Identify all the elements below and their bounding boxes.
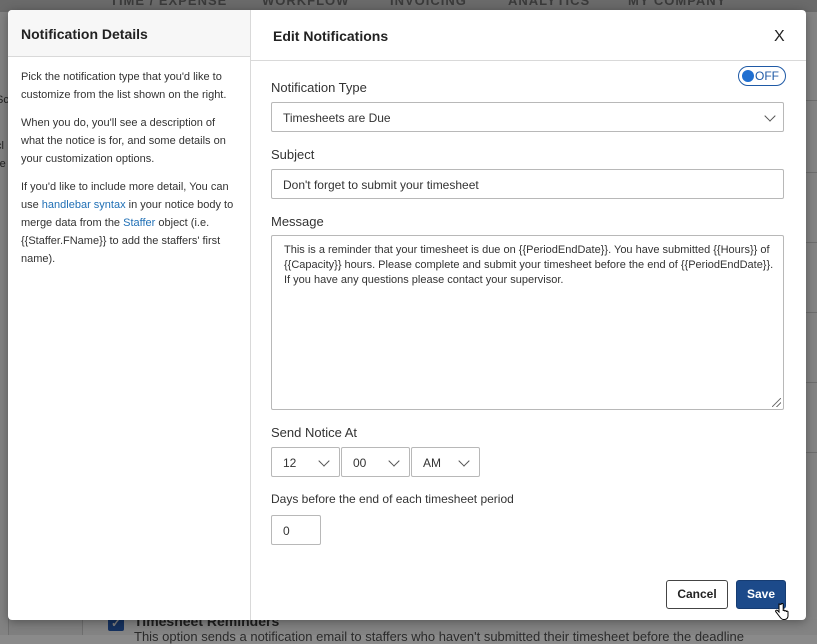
toggle-knob [742,70,754,82]
bg-nav-item: INVOICING [390,0,467,8]
details-sidebar: Notification Details Pick the notificati… [8,10,251,620]
bg-nav-item: TIME / EXPENSE [110,0,228,8]
cancel-button[interactable]: Cancel [666,580,728,609]
chevron-down-icon [458,455,470,467]
hour-select[interactable]: 12 [271,447,340,477]
hour-value: 12 [283,456,297,470]
bg-nav-item: MY COMPANY [628,0,727,8]
days-value: 0 [283,524,290,538]
bg-nav-item: ANALYTICS [508,0,591,8]
subject-input[interactable]: Don't forget to submit your timesheet [271,169,784,199]
ampm-select[interactable]: AM [411,447,480,477]
notification-type-label: Notification Type [271,80,367,95]
chevron-down-icon [388,455,400,467]
ampm-value: AM [423,456,441,470]
chevron-down-icon [318,455,330,467]
sidebar-paragraph: When you do, you'll see a description of… [21,117,226,165]
chevron-down-icon [764,110,776,122]
edit-title: Edit Notifications [273,28,389,44]
edit-panel: Edit Notifications X OFF Notification Ty… [251,10,806,620]
bg-fragment: re [0,158,6,170]
notification-type-select[interactable]: Timesheets are Due [271,102,784,132]
edit-header: Edit Notifications X [251,10,806,61]
minute-value: 00 [353,456,367,470]
message-label: Message [271,214,324,229]
close-icon[interactable]: X [774,28,785,46]
sidebar-paragraph: Pick the notification type that you'd li… [21,71,227,101]
bg-nav-item: WORKFLOW [262,0,350,8]
days-label: Days before the end of each timesheet pe… [271,492,514,506]
minute-select[interactable]: 00 [341,447,410,477]
bg-fragment: cl [0,140,4,152]
message-textarea[interactable]: This is a reminder that your timesheet i… [271,235,784,410]
sidebar-title: Notification Details [21,26,148,42]
handlebar-syntax-link[interactable]: handlebar syntax [42,199,126,211]
background-right-panel [806,12,817,635]
subject-label: Subject [271,147,315,162]
resize-handle-icon[interactable] [772,398,781,407]
sidebar-body: Pick the notification type that you'd li… [21,68,237,278]
send-notice-label: Send Notice At [271,425,357,440]
toggle-label: OFF [755,69,779,83]
days-input[interactable]: 0 [271,515,321,545]
staffer-link[interactable]: Staffer [123,217,155,229]
subject-value: Don't forget to submit your timesheet [283,178,479,192]
bg-section-text: This option sends a notification email t… [134,629,744,644]
notification-modal: Notification Details Pick the notificati… [8,10,806,620]
sidebar-paragraph: If you'd like to include more detail, Yo… [21,178,237,268]
notification-type-value: Timesheets are Due [283,111,391,125]
hand-cursor-icon [775,603,789,620]
notification-toggle[interactable]: OFF [738,66,786,86]
message-value: This is a reminder that your timesheet i… [284,244,774,286]
